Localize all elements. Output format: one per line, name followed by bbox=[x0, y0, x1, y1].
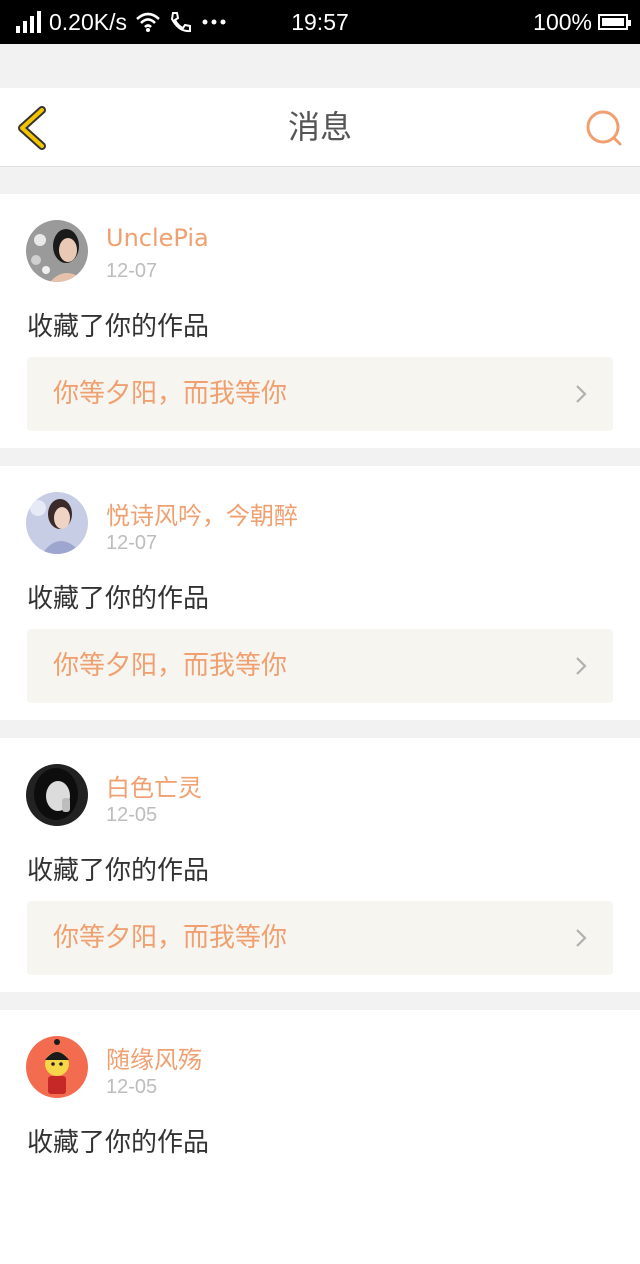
work-link[interactable]: 你等夕阳，而我等你 bbox=[27, 357, 613, 431]
status-right: 100% bbox=[533, 0, 631, 44]
message-date: 12-07 bbox=[106, 532, 158, 554]
work-title: 你等夕阳，而我等你 bbox=[53, 651, 288, 681]
search-icon[interactable] bbox=[584, 108, 624, 148]
avatar[interactable] bbox=[26, 764, 88, 826]
message-date: 12-05 bbox=[106, 804, 158, 826]
message-card[interactable]: UnclePia 12-07 收藏了你的作品 你等夕阳，而我等你 bbox=[0, 194, 640, 448]
message-text: 收藏了你的作品 bbox=[27, 584, 210, 614]
work-link[interactable]: 你等夕阳，而我等你 bbox=[27, 629, 613, 703]
message-card[interactable]: 白色亡灵 12-05 收藏了你的作品 你等夕阳，而我等你 bbox=[0, 738, 640, 992]
user-name[interactable]: 悦诗风吟，今朝醉 bbox=[106, 496, 298, 531]
battery-icon bbox=[598, 14, 631, 30]
message-text: 收藏了你的作品 bbox=[27, 856, 210, 886]
message-date: 12-05 bbox=[106, 1076, 158, 1098]
work-title: 你等夕阳，而我等你 bbox=[53, 923, 288, 953]
message-card[interactable]: 随缘风殇 12-05 收藏了你的作品 bbox=[0, 1010, 640, 1264]
message-card[interactable]: 悦诗风吟，今朝醉 12-07 收藏了你的作品 你等夕阳，而我等你 bbox=[0, 466, 640, 720]
status-bar: 0.20K/s 19:57 100% bbox=[0, 0, 640, 44]
user-name[interactable]: 白色亡灵 bbox=[106, 768, 202, 803]
battery-percent: 100% bbox=[533, 8, 592, 35]
work-link[interactable]: 你等夕阳，而我等你 bbox=[27, 901, 613, 975]
page-title: 消息 bbox=[287, 108, 352, 146]
chevron-right-icon bbox=[576, 929, 587, 947]
message-text: 收藏了你的作品 bbox=[27, 1128, 210, 1158]
message-text: 收藏了你的作品 bbox=[27, 312, 210, 342]
chevron-right-icon bbox=[576, 657, 587, 675]
user-name[interactable]: UnclePia bbox=[106, 224, 209, 252]
nav-header: 消息 bbox=[0, 88, 640, 167]
work-title: 你等夕阳，而我等你 bbox=[53, 379, 288, 409]
user-name[interactable]: 随缘风殇 bbox=[106, 1040, 202, 1075]
avatar[interactable] bbox=[26, 220, 88, 282]
avatar[interactable] bbox=[26, 492, 88, 554]
avatar[interactable] bbox=[26, 1036, 88, 1098]
chevron-right-icon bbox=[576, 385, 587, 403]
message-date: 12-07 bbox=[106, 260, 158, 282]
